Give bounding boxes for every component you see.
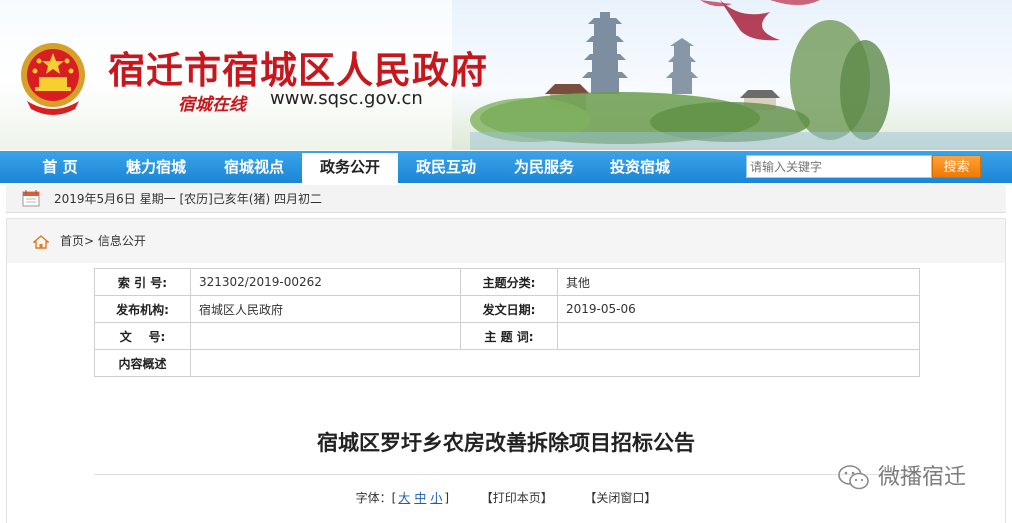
table-row: 内容概述	[94, 349, 920, 377]
table-row: 索 引 号: 321302/2019-00262 主题分类: 其他	[94, 268, 920, 296]
print-link[interactable]: 【打印本页】	[481, 491, 553, 505]
font-size-bracket: ]	[444, 491, 450, 505]
breadcrumb: 首页> 信息公开	[7, 219, 1005, 263]
docno-value	[190, 322, 461, 350]
publisher-value: 宿城区人民政府	[190, 295, 461, 323]
nav-item-investment[interactable]: 投资宿城	[598, 151, 682, 183]
index-label: 索 引 号:	[94, 268, 191, 296]
docno-label: 文 号:	[94, 322, 191, 350]
wechat-icon	[838, 465, 869, 490]
category-label: 主题分类:	[460, 268, 558, 296]
article-title: 宿城区罗圩乡农房改善拆除项目招标公告	[317, 431, 695, 455]
header-banner: 宿迁市宿城区人民政府 宿城在线 www.sqsc.gov.cn	[0, 0, 1012, 150]
search-button[interactable]: 搜索	[932, 155, 981, 178]
font-small-link[interactable]: 小	[430, 491, 442, 505]
font-large-link[interactable]: 大	[398, 491, 410, 505]
calendar-icon	[22, 190, 40, 207]
date-bar: 2019年5月6日 星期一 [农历]己亥年(猪) 四月初二	[6, 185, 1006, 213]
home-icon	[33, 235, 49, 249]
nav-item-home[interactable]: 首 页	[18, 151, 102, 183]
watermark-text: 微播宿迁	[878, 465, 967, 490]
nav-item-viewpoint[interactable]: 宿城视点	[212, 151, 296, 183]
breadcrumb-trail: 首页> 信息公开	[60, 232, 146, 249]
summary-value	[190, 349, 920, 377]
national-emblem-icon	[21, 43, 85, 115]
search-input[interactable]	[746, 155, 932, 178]
publisher-label: 发布机构:	[94, 295, 191, 323]
date-text: 2019年5月6日 星期一 [农历]己亥年(猪) 四月初二	[54, 192, 322, 206]
nav-item-services[interactable]: 为民服务	[502, 151, 586, 183]
category-value: 其他	[557, 268, 920, 296]
site-title: 宿迁市宿城区人民政府	[108, 48, 488, 92]
breadcrumb-current[interactable]: 信息公开	[98, 234, 146, 248]
keywords-label: 主 题 词:	[460, 322, 558, 350]
summary-label: 内容概述	[94, 349, 191, 377]
nav-item-charm[interactable]: 魅力宿城	[114, 151, 198, 183]
nav-item-gov-affairs[interactable]: 政务公开	[302, 153, 398, 183]
table-row: 文 号: 主 题 词:	[94, 322, 920, 350]
date-value: 2019-05-06	[557, 295, 920, 323]
scenery-illustration	[470, 0, 1012, 150]
divider	[94, 474, 919, 475]
date-label: 发文日期:	[460, 295, 558, 323]
site-slogan: 宿城在线	[178, 95, 246, 115]
breadcrumb-home-link[interactable]: 首页	[60, 234, 84, 248]
font-size-label: 字体：[	[355, 491, 397, 505]
breadcrumb-separator: >	[84, 234, 95, 248]
document-meta-table: 索 引 号: 321302/2019-00262 主题分类: 其他 发布机构: …	[94, 268, 920, 377]
font-medium-link[interactable]: 中	[414, 491, 426, 505]
close-window-link[interactable]: 【关闭窗口】	[584, 491, 656, 505]
nav-item-interaction[interactable]: 政民互动	[404, 151, 488, 183]
table-row: 发布机构: 宿城区人民政府 发文日期: 2019-05-06	[94, 295, 920, 323]
keywords-value	[557, 322, 920, 350]
index-value: 321302/2019-00262	[190, 268, 461, 296]
site-domain: www.sqsc.gov.cn	[270, 88, 423, 109]
